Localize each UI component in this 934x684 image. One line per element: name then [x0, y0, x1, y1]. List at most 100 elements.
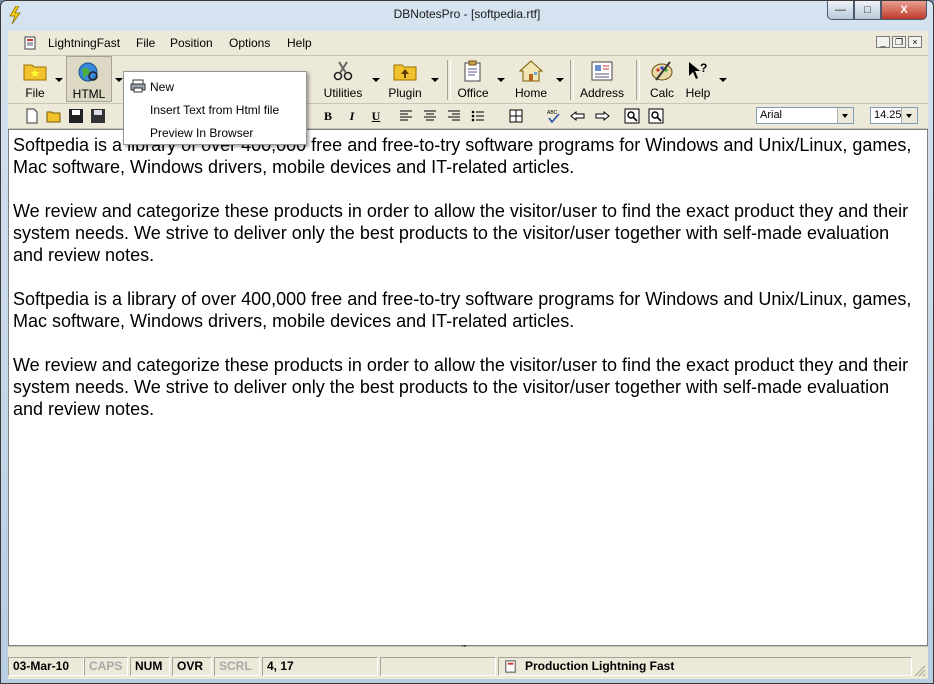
- home-toolbar-label: Home: [514, 86, 547, 100]
- menu-lightningfast[interactable]: LightningFast: [48, 36, 120, 50]
- menu-options[interactable]: Options: [229, 36, 270, 50]
- document-pin-icon: [505, 660, 516, 673]
- title-bar[interactable]: DBNotesPro - [softpedia.rtf] — □ X: [1, 1, 933, 29]
- menu-item-preview-in-browser[interactable]: Preview In Browser: [150, 126, 253, 140]
- font-size-value: 14.25: [874, 109, 902, 121]
- menu-file[interactable]: File: [136, 36, 155, 50]
- menu-item-insert-text-from-html[interactable]: Insert Text from Html file: [150, 103, 279, 117]
- html-dropdown-menu: New Insert Text from Html file Preview I…: [123, 71, 307, 145]
- document-paragraph[interactable]: We review and categorize these products …: [13, 354, 918, 420]
- status-mode-panel: Production Lightning Fast: [498, 657, 912, 676]
- document-pin-icon[interactable]: [22, 35, 38, 51]
- minimize-button[interactable]: —: [827, 1, 854, 20]
- find-icon[interactable]: [624, 108, 640, 124]
- app-window: DBNotesPro - [softpedia.rtf] — □ X Light…: [0, 0, 934, 684]
- file-dropdown-arrow[interactable]: [55, 78, 63, 82]
- open-folder-icon[interactable]: [46, 108, 62, 124]
- bold-button[interactable]: B: [320, 108, 336, 124]
- file-toolbar-label: File: [25, 86, 45, 100]
- document-paragraph[interactable]: Softpedia is a library of over 400,000 f…: [13, 288, 918, 332]
- home-dropdown-arrow[interactable]: [556, 78, 564, 82]
- chevron-down-icon[interactable]: [901, 108, 917, 123]
- status-num: NUM: [130, 657, 170, 676]
- font-family-select[interactable]: Arial: [756, 107, 854, 124]
- status-ovr: OVR: [172, 657, 212, 676]
- office-dropdown-arrow[interactable]: [497, 78, 505, 82]
- document-paragraph[interactable]: We review and categorize these products …: [13, 200, 918, 266]
- plugin-toolbar-label: Plugin: [388, 86, 422, 100]
- mdi-restore-button[interactable]: ❐: [892, 36, 906, 48]
- address-toolbar-button[interactable]: Address: [576, 56, 628, 102]
- status-date: 03-Mar-10: [8, 657, 84, 676]
- menu-position[interactable]: Position: [170, 36, 213, 50]
- find-replace-icon[interactable]: [648, 108, 664, 124]
- toolbar-separator: [447, 60, 451, 100]
- help-toolbar-label: Help: [685, 86, 711, 100]
- utilities-toolbar-button[interactable]: Utilities: [320, 56, 366, 102]
- globe-icon: [78, 62, 98, 82]
- horizontal-scrollbar[interactable]: ''': [8, 644, 928, 655]
- status-cursor-position: 4, 17: [262, 657, 378, 676]
- folder-star-icon: [23, 64, 47, 81]
- resize-grip-icon[interactable]: [912, 663, 926, 677]
- align-right-icon[interactable]: [446, 108, 462, 124]
- underline-button[interactable]: U: [368, 108, 384, 124]
- office-toolbar-button[interactable]: Office: [452, 56, 494, 102]
- redo-arrows-icon[interactable]: [594, 108, 610, 124]
- status-caps: CAPS: [84, 657, 128, 676]
- table-icon[interactable]: [508, 108, 524, 124]
- plugin-toolbar-button[interactable]: Plugin: [384, 56, 426, 102]
- utilities-dropdown-arrow[interactable]: [372, 78, 380, 82]
- calc-toolbar-button[interactable]: Calc: [642, 56, 682, 102]
- toolbar-separator: [636, 60, 640, 100]
- align-center-icon[interactable]: [422, 108, 438, 124]
- window-title: DBNotesPro - [softpedia.rtf]: [393, 7, 541, 21]
- printer-icon: [130, 79, 146, 93]
- font-family-value: Arial: [760, 109, 783, 121]
- address-card-icon: [591, 61, 613, 81]
- chevron-down-icon[interactable]: [837, 108, 853, 123]
- rich-text-editor[interactable]: Softpedia is a library of over 400,000 f…: [8, 129, 928, 646]
- html-toolbar-button[interactable]: HTML: [66, 56, 112, 102]
- undo-arrows-icon[interactable]: [570, 108, 586, 124]
- plugin-folder-icon: [393, 64, 417, 81]
- status-scrl: SCRL: [214, 657, 260, 676]
- save-disk-icon[interactable]: [68, 108, 84, 124]
- status-mode-text: Production Lightning Fast: [525, 659, 675, 673]
- menu-help[interactable]: Help: [287, 36, 312, 50]
- home-toolbar-button[interactable]: Home: [508, 56, 554, 102]
- help-dropdown-arrow[interactable]: [719, 78, 727, 82]
- help-toolbar-button[interactable]: ? Help: [680, 56, 716, 102]
- mdi-close-button[interactable]: ×: [908, 36, 922, 48]
- status-bar: 03-Mar-10 CAPS NUM OVR SCRL 4, 17 Produc…: [8, 655, 928, 679]
- scrollbar-grip[interactable]: ''': [462, 644, 467, 653]
- plugin-dropdown-arrow[interactable]: [431, 78, 439, 82]
- help-cursor-icon: ?: [689, 61, 707, 79]
- new-document-icon[interactable]: [24, 108, 40, 124]
- status-empty-panel: [380, 657, 496, 676]
- align-left-icon[interactable]: [398, 108, 414, 124]
- utilities-toolbar-label: Utilities: [323, 86, 363, 100]
- office-toolbar-label: Office: [457, 86, 489, 100]
- maximize-button[interactable]: □: [854, 1, 881, 20]
- mdi-minimize-button[interactable]: _: [876, 36, 890, 48]
- svg-text:?: ?: [700, 61, 707, 75]
- font-size-select[interactable]: 14.25: [870, 107, 918, 124]
- menu-item-new[interactable]: New: [150, 80, 174, 94]
- calc-toolbar-label: Calc: [649, 86, 674, 100]
- clipboard-icon: [464, 60, 481, 82]
- scissors-icon: [333, 61, 353, 81]
- file-toolbar-button[interactable]: File: [16, 56, 54, 102]
- html-toolbar-label: HTML: [72, 87, 106, 101]
- bullet-list-icon[interactable]: [470, 108, 486, 124]
- calculator-icon: [651, 61, 673, 81]
- toolbar-separator: [570, 60, 574, 100]
- save-all-icon[interactable]: [90, 108, 106, 124]
- close-button[interactable]: X: [881, 1, 927, 20]
- address-toolbar-label: Address: [579, 86, 625, 100]
- spellcheck-icon[interactable]: ABC: [546, 108, 562, 124]
- house-icon: [519, 60, 543, 82]
- html-dropdown-arrow[interactable]: [115, 78, 123, 82]
- svg-text:ABC: ABC: [547, 110, 558, 116]
- italic-button[interactable]: I: [344, 108, 360, 124]
